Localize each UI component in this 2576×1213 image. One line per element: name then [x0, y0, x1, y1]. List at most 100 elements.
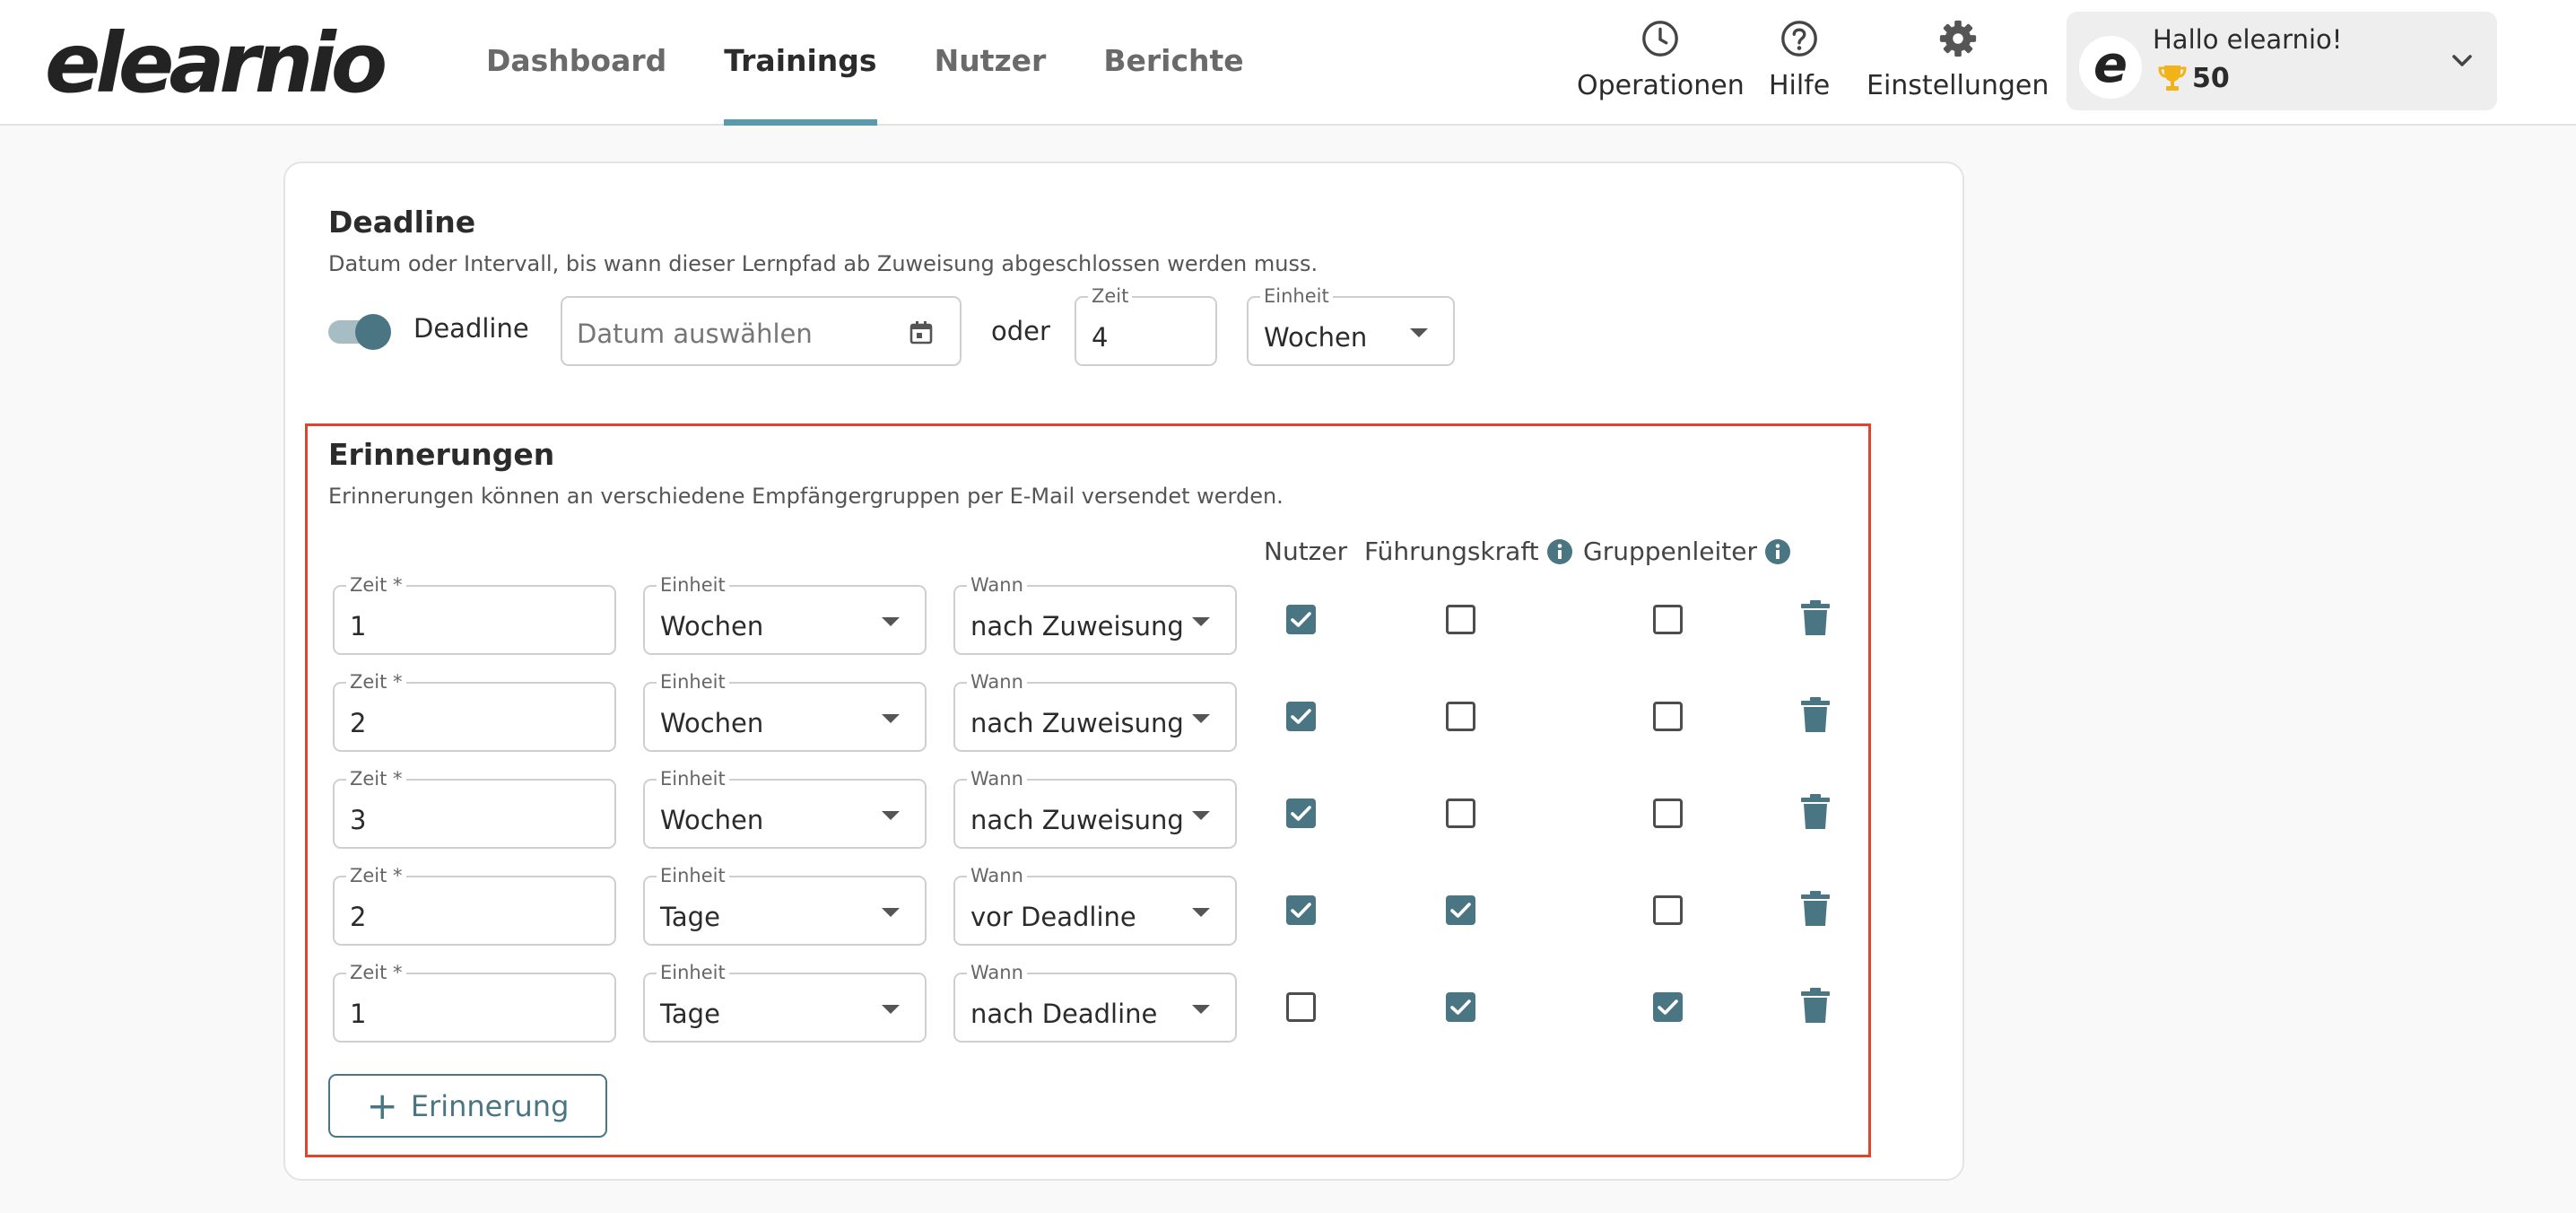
checkbox-group-lead[interactable]	[1653, 992, 1683, 1022]
reminder-time-input[interactable]: Zeit * 1	[333, 574, 616, 655]
checkbox-manager[interactable]	[1446, 992, 1475, 1022]
checkbox-manager[interactable]	[1446, 798, 1475, 828]
plus-icon: +	[366, 1083, 398, 1128]
nav-nutzer[interactable]: Nutzer	[935, 0, 1047, 126]
reminder-unit-label: Einheit	[657, 865, 729, 886]
or-label: oder	[991, 316, 1050, 346]
reminder-unit-label: Einheit	[657, 768, 729, 790]
trash-icon[interactable]	[1799, 599, 1832, 637]
reminder-time-value: 1	[350, 611, 367, 641]
checkbox-group-lead[interactable]	[1653, 605, 1683, 634]
logo[interactable]: elearnio	[45, 14, 387, 113]
top-bar: elearnio Dashboard Trainings Nutzer Beri…	[0, 0, 2576, 126]
reminder-time-label: Zeit *	[346, 574, 406, 596]
reminder-time-label: Zeit *	[346, 768, 406, 790]
checkbox-manager[interactable]	[1446, 702, 1475, 731]
reminder-when-select[interactable]: Wann nach Zuweisung	[953, 671, 1237, 752]
reminder-unit-select[interactable]: Einheit Wochen	[643, 574, 927, 655]
add-reminder-button[interactable]: + Erinnerung	[328, 1074, 607, 1138]
deadline-unit-select[interactable]: Einheit Wochen	[1247, 285, 1455, 366]
reminder-when-select[interactable]: Wann vor Deadline	[953, 865, 1237, 946]
reminder-unit-label: Einheit	[657, 574, 729, 596]
caret-down-icon	[882, 1005, 900, 1014]
caret-down-icon	[1192, 811, 1210, 820]
reminder-unit-value: Wochen	[660, 611, 764, 641]
main-nav: Dashboard Trainings Nutzer Berichte	[486, 0, 1301, 126]
reminder-time-value: 2	[350, 902, 367, 932]
reminder-when-label: Wann	[967, 962, 1027, 983]
nav-trainings[interactable]: Trainings	[724, 0, 877, 126]
caret-down-icon	[882, 811, 900, 820]
col-head-group-lead-label: Gruppenleiter	[1583, 537, 1757, 566]
deadline-toggle[interactable]	[328, 314, 393, 350]
caret-down-icon	[882, 714, 900, 723]
deadline-title: Deadline	[328, 205, 476, 240]
deadline-time-value: 4	[1092, 322, 1109, 353]
caret-down-icon	[1192, 617, 1210, 626]
trash-icon[interactable]	[1799, 696, 1832, 734]
reminder-time-value: 2	[350, 708, 367, 738]
settings-button[interactable]: Einstellungen	[1867, 18, 2049, 101]
reminder-time-value: 3	[350, 805, 367, 835]
reminder-when-select[interactable]: Wann nach Zuweisung	[953, 574, 1237, 655]
operations-button[interactable]: Operationen	[1577, 18, 1745, 101]
reminder-when-value: nach Deadline	[970, 999, 1158, 1029]
help-circle-icon	[1781, 21, 1818, 57]
reminder-unit-select[interactable]: Einheit Tage	[643, 865, 927, 946]
caret-down-icon	[882, 617, 900, 626]
reminder-when-value: nach Zuweisung	[970, 805, 1184, 835]
reminder-when-label: Wann	[967, 574, 1027, 596]
clock-icon	[1642, 21, 1679, 57]
reminder-time-input[interactable]: Zeit * 1	[333, 962, 616, 1043]
trash-icon[interactable]	[1799, 987, 1832, 1025]
reminder-unit-value: Wochen	[660, 708, 764, 738]
reminder-unit-value: Wochen	[660, 805, 764, 835]
nav-dashboard[interactable]: Dashboard	[486, 0, 666, 126]
calendar-icon	[909, 321, 933, 345]
reminder-unit-select[interactable]: Einheit Tage	[643, 962, 927, 1043]
help-label: Hilfe	[1769, 70, 1831, 101]
checkbox-group-lead[interactable]	[1653, 702, 1683, 731]
info-icon[interactable]	[1546, 538, 1573, 565]
reminder-unit-select[interactable]: Einheit Wochen	[643, 671, 927, 752]
trophy-icon	[2158, 65, 2187, 91]
col-head-manager: Führungskraft	[1364, 537, 1573, 566]
deadline-time-input[interactable]: Zeit 4	[1075, 285, 1217, 366]
reminder-time-input[interactable]: Zeit * 2	[333, 671, 616, 752]
reminders-title: Erinnerungen	[328, 437, 555, 472]
checkbox-group-lead[interactable]	[1653, 798, 1683, 828]
checkbox-user[interactable]	[1286, 992, 1316, 1022]
nav-berichte[interactable]: Berichte	[1103, 0, 1243, 126]
checkbox-user[interactable]	[1286, 895, 1316, 925]
caret-down-icon	[1192, 714, 1210, 723]
col-head-user-label: Nutzer	[1264, 537, 1348, 566]
info-icon[interactable]	[1764, 538, 1791, 565]
trash-icon[interactable]	[1799, 793, 1832, 831]
reminder-unit-value: Tage	[660, 902, 720, 932]
deadline-date-field[interactable]: Datum auswählen	[561, 296, 962, 366]
reminder-unit-value: Tage	[660, 999, 720, 1029]
reminder-when-select[interactable]: Wann nach Zuweisung	[953, 768, 1237, 849]
col-head-manager-label: Führungskraft	[1364, 537, 1539, 566]
user-points: 50	[2156, 62, 2230, 94]
reminder-when-value: nach Zuweisung	[970, 708, 1184, 738]
reminder-unit-select[interactable]: Einheit Wochen	[643, 768, 927, 849]
reminder-when-select[interactable]: Wann nach Deadline	[953, 962, 1237, 1043]
reminder-when-value: vor Deadline	[970, 902, 1136, 932]
checkbox-user[interactable]	[1286, 702, 1316, 731]
help-button[interactable]: Hilfe	[1769, 18, 1830, 101]
deadline-unit-value: Wochen	[1264, 322, 1368, 353]
reminder-time-input[interactable]: Zeit * 2	[333, 865, 616, 946]
deadline-description: Datum oder Intervall, bis wann dieser Le…	[328, 251, 1318, 276]
settings-label: Einstellungen	[1867, 70, 2049, 101]
checkbox-manager[interactable]	[1446, 895, 1475, 925]
checkbox-user[interactable]	[1286, 605, 1316, 634]
reminder-time-input[interactable]: Zeit * 3	[333, 768, 616, 849]
checkbox-user[interactable]	[1286, 798, 1316, 828]
checkbox-group-lead[interactable]	[1653, 895, 1683, 925]
user-menu[interactable]: e Hallo elearnio! 50	[2067, 12, 2497, 110]
reminder-time-label: Zeit *	[346, 865, 406, 886]
date-placeholder: Datum auswählen	[577, 319, 813, 349]
checkbox-manager[interactable]	[1446, 605, 1475, 634]
trash-icon[interactable]	[1799, 890, 1832, 928]
